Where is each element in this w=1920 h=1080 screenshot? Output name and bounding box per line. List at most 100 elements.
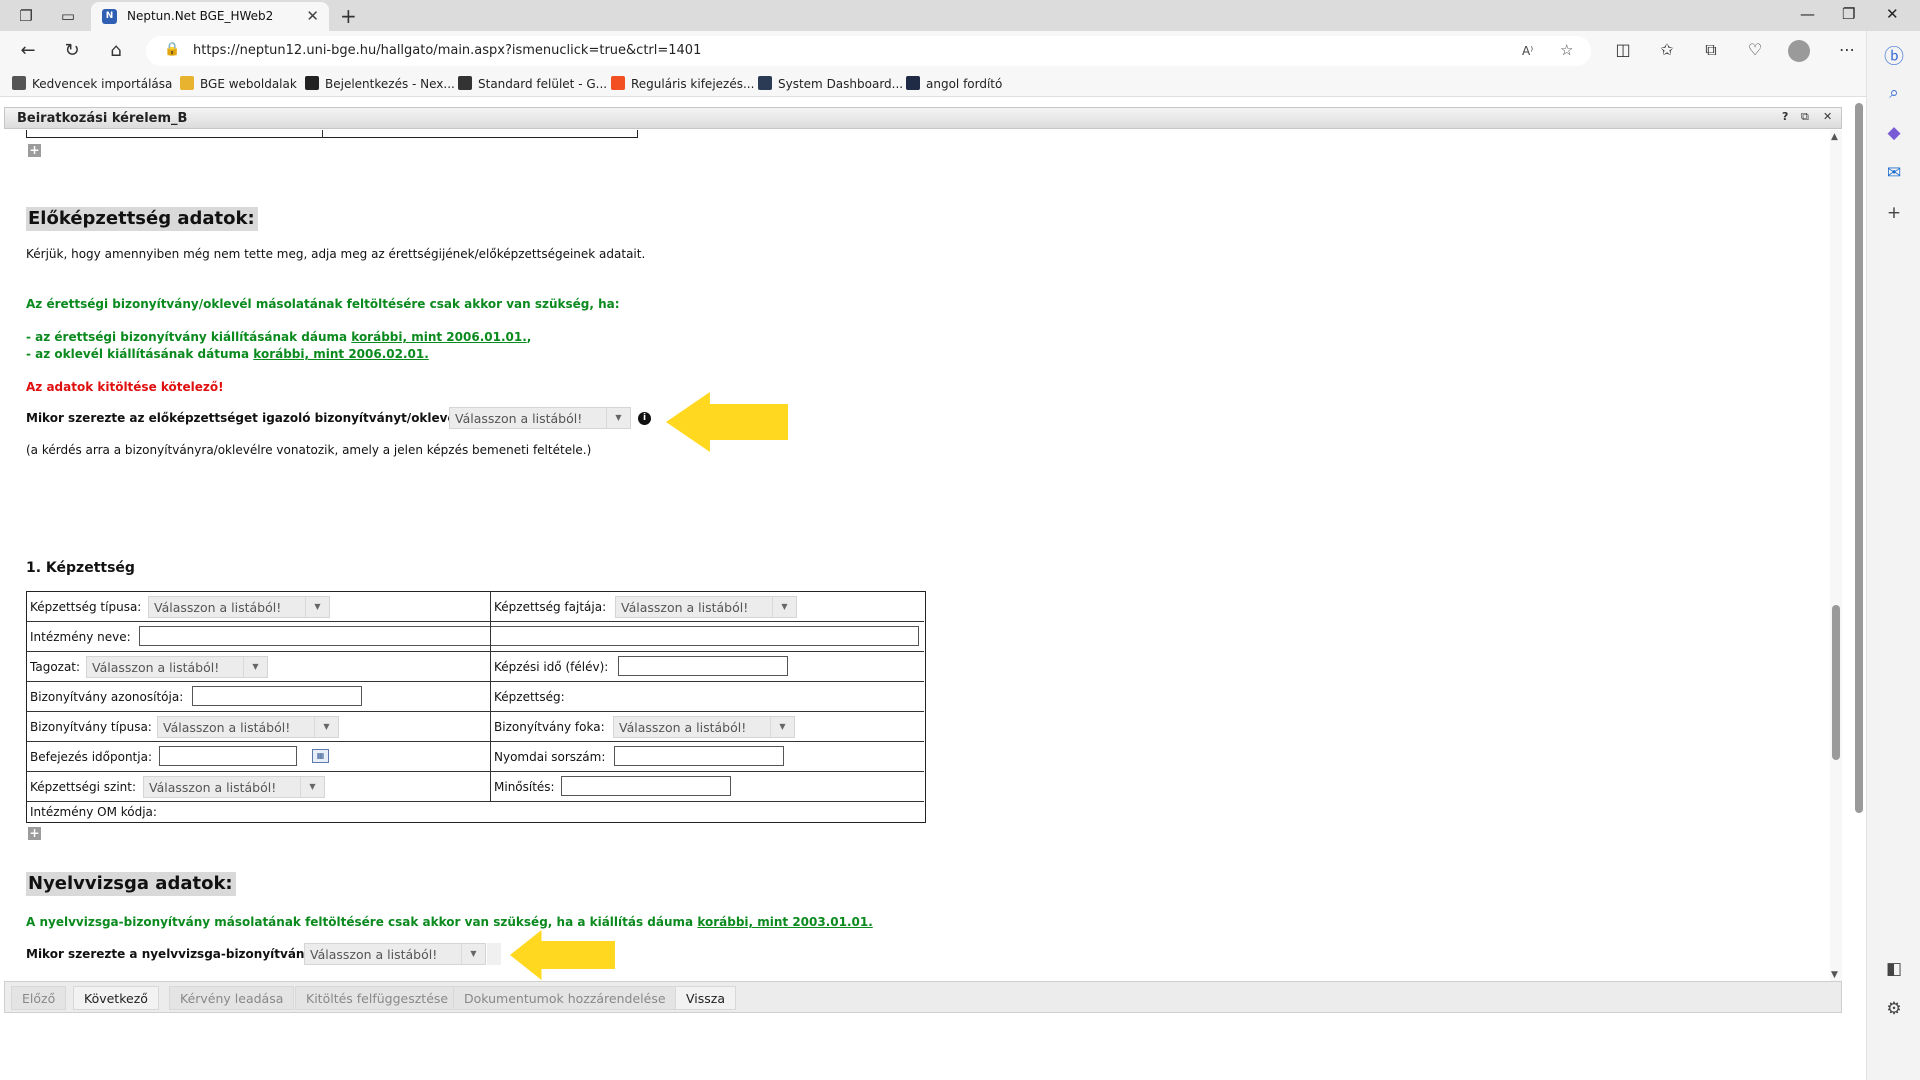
minimize-icon[interactable]: — xyxy=(1800,5,1815,23)
calendar-icon[interactable]: ▦ xyxy=(312,749,329,763)
condition-2-prefix: - az oklevél kiállításának dátuma xyxy=(26,347,254,361)
level-label: Képzettségi szint: xyxy=(30,780,137,794)
close-dialog-button[interactable]: ✕ xyxy=(1823,110,1832,123)
add-email-icon[interactable]: + xyxy=(28,144,41,157)
print-no-label: Nyomdai sorszám: xyxy=(494,750,606,764)
chevron-down-icon[interactable]: ▼ xyxy=(314,717,338,737)
cert-id-input[interactable] xyxy=(192,686,362,706)
dialog-scrollbar-thumb[interactable] xyxy=(1832,605,1840,760)
grade-input[interactable] xyxy=(561,776,731,796)
chevron-down-icon[interactable]: ▼ xyxy=(243,657,267,677)
footer-button[interactable]: Előző xyxy=(11,986,67,1010)
back-icon[interactable]: ← xyxy=(16,40,40,61)
table-divider xyxy=(322,130,323,138)
new-tab-icon[interactable]: + xyxy=(340,4,357,28)
chevron-down-icon[interactable]: ▼ xyxy=(300,777,324,797)
cert-type-dropdown[interactable]: Válasszon a listából! ▼ xyxy=(157,716,339,738)
tab-actions-icon[interactable]: ▭ xyxy=(58,6,78,26)
language-exam-title: Nyelvvizsga adatok: xyxy=(26,872,236,896)
outlook-icon[interactable]: ✉ xyxy=(1883,163,1905,183)
sidebar-add-icon[interactable]: + xyxy=(1883,203,1905,223)
footer-button[interactable]: Következő xyxy=(73,986,159,1010)
scroll-down-icon[interactable]: ▼ xyxy=(1831,970,1838,980)
lock-icon[interactable]: 🔒 xyxy=(164,42,180,57)
bookmark-item[interactable]: BGE weboldalak xyxy=(180,76,297,91)
dialog-scrollbar[interactable]: ▲ ▼ xyxy=(1830,130,1842,983)
sidebar-settings-icon[interactable]: ⚙ xyxy=(1883,999,1905,1019)
sidebar-search-icon[interactable]: ⌕ xyxy=(1883,83,1905,103)
bookmark-item[interactable]: Kedvencek importálása xyxy=(12,76,172,91)
print-no-input[interactable] xyxy=(614,746,784,766)
finish-date-input[interactable] xyxy=(159,746,297,766)
bookmark-item[interactable]: angol fordító xyxy=(906,76,1002,91)
bookmark-item[interactable]: Reguláris kifejezés... xyxy=(611,76,754,91)
chevron-down-icon[interactable]: ▼ xyxy=(461,944,485,964)
prior-education-date-dropdown[interactable]: Válasszon a listából! ▼ xyxy=(449,407,631,429)
workspaces-icon[interactable]: ❐ xyxy=(16,6,36,26)
bookmark-label: Kedvencek importálása xyxy=(32,77,173,91)
email-table-fragment xyxy=(26,130,638,138)
add-qualification-icon[interactable]: + xyxy=(28,827,41,840)
table-divider xyxy=(490,651,491,801)
duration-input[interactable] xyxy=(618,656,788,676)
browser-window: ❐ ▭ N Neptun.Net BGE_HWeb2 ✕ + — ❐ ✕ ← ↻… xyxy=(0,0,1920,1080)
footer-button[interactable]: Vissza xyxy=(675,986,736,1010)
mode-dropdown[interactable]: Válasszon a listából! ▼ xyxy=(86,656,268,678)
bookmark-item[interactable]: Bejelentkezés - Nex... xyxy=(305,76,455,91)
sidebar-games-icon[interactable]: ◆ xyxy=(1883,123,1905,143)
close-window-icon[interactable]: ✕ xyxy=(1886,5,1899,23)
duration-cell: Képzési idő (félév): xyxy=(491,652,924,681)
condition-1-link[interactable]: korábbi, mint 2006.01.01. xyxy=(351,330,527,344)
help-button[interactable]: ? xyxy=(1782,110,1788,123)
more-menu-icon[interactable]: ⋯ xyxy=(1836,40,1858,59)
browser-essentials-icon[interactable]: ♡ xyxy=(1744,40,1766,59)
chevron-down-icon[interactable]: ▼ xyxy=(606,408,630,428)
url-text[interactable]: https://neptun12.uni-bge.hu/hallgato/mai… xyxy=(193,43,701,58)
chevron-down-icon[interactable]: ▼ xyxy=(770,717,794,737)
bookmark-item[interactable]: Standard felület - G... xyxy=(458,76,607,91)
table-row: Intézmény neve: xyxy=(27,622,924,652)
language-exam-note-link[interactable]: korábbi, mint 2003.01.01. xyxy=(697,915,873,929)
info-icon[interactable]: i xyxy=(638,412,651,425)
institution-cell: Intézmény neve: xyxy=(27,622,924,651)
type-dropdown[interactable]: Válasszon a listából! ▼ xyxy=(148,596,330,618)
chevron-down-icon[interactable]: ▼ xyxy=(305,597,329,617)
collections-icon[interactable]: ⧉ xyxy=(1700,40,1722,60)
footer-button[interactable]: Kérvény leadása xyxy=(169,986,295,1010)
scroll-up-icon[interactable]: ▲ xyxy=(1831,132,1838,142)
refresh-icon[interactable]: ↻ xyxy=(60,40,84,61)
language-exam-date-dropdown[interactable]: Válasszon a listából! ▼ xyxy=(304,943,486,965)
split-screen-icon[interactable]: ◫ xyxy=(1612,40,1634,59)
profile-avatar[interactable] xyxy=(1788,40,1810,62)
chevron-down-icon[interactable]: ▼ xyxy=(772,597,796,617)
kind-dropdown[interactable]: Válasszon a listából! ▼ xyxy=(615,596,797,618)
read-aloud-icon[interactable]: A⁾ xyxy=(1522,44,1533,58)
g-icon xyxy=(458,76,472,90)
favorites-icon[interactable]: ✩ xyxy=(1656,40,1678,59)
page-scrollbar-thumb[interactable] xyxy=(1855,103,1863,813)
restore-dialog-button[interactable]: ⧉ xyxy=(1801,110,1809,124)
condition-2-link[interactable]: korábbi, mint 2006.02.01. xyxy=(253,347,429,361)
address-field[interactable]: 🔒 https://neptun12.uni-bge.hu/hallgato/m… xyxy=(146,36,1591,66)
translate-icon xyxy=(906,76,920,90)
footer-button[interactable]: Kitöltés felfüggesztése xyxy=(295,986,460,1010)
institution-input[interactable] xyxy=(139,626,919,646)
level-dropdown[interactable]: Válasszon a listából! ▼ xyxy=(143,776,325,798)
copilot-icon[interactable]: ⓑ xyxy=(1883,40,1905,69)
hide-sidebar-icon[interactable]: ◧ xyxy=(1883,959,1905,979)
prior-education-question-note: (a kérdés arra a bizonyítványra/oklevélr… xyxy=(26,443,592,457)
close-tab-icon[interactable]: ✕ xyxy=(306,7,319,25)
highlight-arrow-2 xyxy=(510,930,615,980)
favorite-star-icon[interactable]: ☆ xyxy=(1560,41,1573,59)
upload-note: Az érettségi bizonyítvány/oklevél másola… xyxy=(26,297,620,311)
table-row: Bizonyítvány azonosítója: Képzettség: xyxy=(27,682,924,712)
cert-level-dropdown[interactable]: Válasszon a listából! ▼ xyxy=(613,716,795,738)
tab-neptun[interactable]: N Neptun.Net BGE_HWeb2 ✕ xyxy=(91,2,329,31)
bookmark-item[interactable]: System Dashboard... xyxy=(758,76,903,91)
footer-button[interactable]: Dokumentumok hozzárendelése xyxy=(453,986,677,1010)
mode-label: Tagozat: xyxy=(30,660,81,674)
restore-window-icon[interactable]: ❐ xyxy=(1842,5,1855,23)
page-scrollbar[interactable] xyxy=(1852,97,1866,1080)
home-icon[interactable]: ⌂ xyxy=(104,40,128,61)
table-divider xyxy=(490,591,491,621)
